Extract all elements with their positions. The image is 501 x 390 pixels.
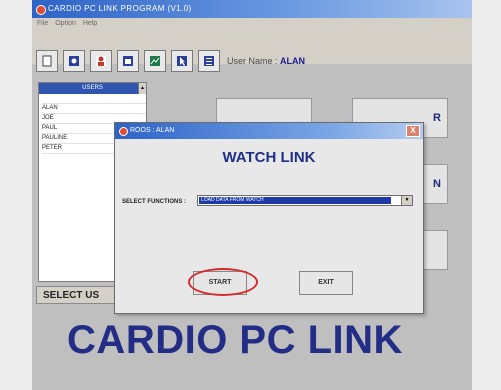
close-icon[interactable]: X — [406, 125, 420, 137]
dialog-app-icon — [119, 127, 128, 136]
watch-link-dialog: ROOS : ALAN X WATCH LINK SELECT FUNCTION… — [114, 122, 424, 314]
select-functions-label: SELECT FUNCTIONS : — [122, 199, 186, 205]
user-name-value: ALAN — [280, 56, 306, 66]
new-document-icon — [42, 55, 52, 67]
toolbar-button-list[interactable] — [198, 50, 220, 72]
toolbar-button-doctor[interactable] — [90, 50, 112, 72]
bg-button-3-label: N — [433, 178, 441, 190]
menu-item-file[interactable]: File — [37, 18, 48, 30]
dialog-heading: WATCH LINK — [222, 149, 316, 166]
chart-icon — [150, 56, 160, 66]
user-name-label: User Name : — [227, 56, 278, 66]
dialog-title: ROOS : ALAN — [130, 127, 175, 134]
chevron-down-icon[interactable]: ▼ — [401, 196, 412, 205]
list-item[interactable]: ALAN — [42, 104, 146, 114]
start-highlight-circle — [188, 268, 258, 296]
select-functions-value: LOAD DATA FROM WATCH — [199, 197, 391, 204]
title-bar: CARDIO PC LINK PROGRAM (V1.0) — [32, 0, 472, 18]
toolbar-button-cursor[interactable] — [171, 50, 193, 72]
menu-bar: File Option Help — [32, 18, 472, 30]
list-item — [42, 94, 146, 104]
toolbar-button-chart[interactable] — [144, 50, 166, 72]
select-functions-dropdown[interactable]: LOAD DATA FROM WATCH ▼ — [197, 195, 413, 206]
menu-item-help[interactable]: Help — [83, 18, 97, 30]
toolbar-button-camera[interactable] — [63, 50, 85, 72]
cursor-icon — [177, 56, 187, 66]
camera-icon — [69, 56, 79, 66]
users-header: USERS — [39, 83, 146, 94]
scroll-up-button[interactable]: ▲ — [138, 83, 146, 94]
bg-button-2-label: R — [433, 112, 441, 124]
app-icon — [36, 5, 46, 15]
brand-title: CARDIO PC LINK — [67, 318, 403, 362]
window-title: CARDIO PC LINK PROGRAM (V1.0) — [48, 4, 192, 13]
window-icon — [123, 56, 133, 66]
dialog-title-bar: ROOS : ALAN X — [115, 123, 423, 139]
user-name-display: User Name : ALAN — [227, 56, 305, 66]
menu-item-option[interactable]: Option — [55, 18, 76, 30]
exit-button[interactable]: EXIT — [299, 271, 353, 295]
toolbar-button-window[interactable] — [117, 50, 139, 72]
toolbar-button-new[interactable] — [36, 50, 58, 72]
doctor-icon — [96, 56, 106, 66]
list-icon — [204, 56, 214, 66]
select-users-button[interactable]: SELECT US — [36, 286, 126, 304]
